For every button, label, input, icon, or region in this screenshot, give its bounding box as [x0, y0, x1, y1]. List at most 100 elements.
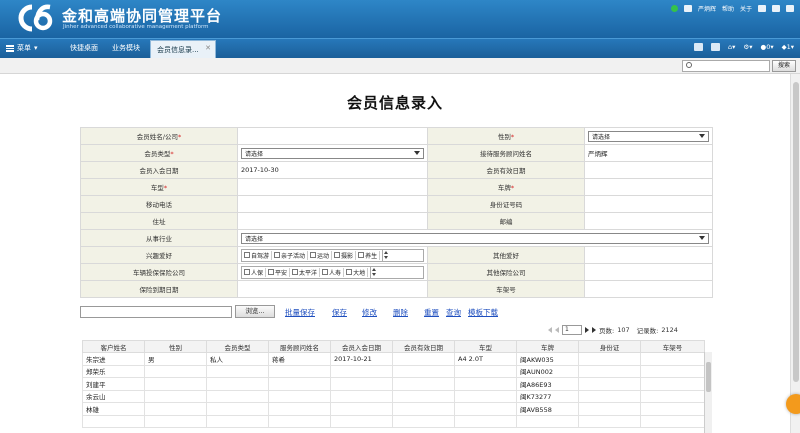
member-type-select[interactable]: 请选择: [241, 147, 424, 159]
table-cell: [206, 389, 269, 403]
close-icon[interactable]: ✕: [205, 44, 211, 52]
table-row[interactable]: 余云山 闽K73277: [82, 389, 705, 403]
insurance-expiry-field[interactable]: [237, 280, 428, 298]
address-field[interactable]: [237, 212, 428, 230]
table-cell: [454, 389, 517, 403]
template-download-link[interactable]: 模板下载: [468, 307, 498, 318]
first-page-icon[interactable]: [548, 327, 552, 333]
column-header[interactable]: 性别: [144, 340, 207, 353]
notice-icon[interactable]: ◆1▾: [782, 43, 794, 51]
table-row[interactable]: 郑荣乐 闽AUN002: [82, 364, 705, 378]
insurer-option[interactable]: 人寿: [322, 267, 345, 277]
email-field[interactable]: [584, 212, 713, 230]
search-input[interactable]: [682, 60, 770, 72]
id-no-field[interactable]: [584, 195, 713, 213]
member-table: 客户姓名 性别 会员类型 服务顾问姓名 会员入会日期 会员有效日期 车型 车牌 …: [82, 340, 705, 428]
table-cell: 刘建平: [82, 377, 145, 391]
table-cell: [578, 352, 641, 366]
insurer-checkbox-group: 人保 平安 太平洋 人寿 大地: [241, 265, 424, 279]
scroll-spinner[interactable]: [370, 266, 377, 278]
plate-label: 车牌*: [427, 178, 585, 196]
column-header[interactable]: 服务顾问姓名: [268, 340, 331, 353]
id-no-label: 身份证号码: [427, 195, 585, 213]
query-link[interactable]: 查询: [446, 307, 461, 318]
grid-icon[interactable]: [694, 43, 704, 51]
consultant-field[interactable]: 严炳辉: [584, 144, 713, 162]
power-icon[interactable]: [786, 4, 794, 12]
hobby-option[interactable]: 摄影: [334, 250, 357, 260]
table-header-row: 客户姓名 性别 会员类型 服务顾问姓名 会员入会日期 会员有效日期 车型 车牌 …: [82, 340, 705, 353]
prev-page-icon[interactable]: [555, 327, 559, 333]
edit-link[interactable]: 修改: [362, 307, 377, 318]
batch-save-link[interactable]: 批量保存: [285, 307, 315, 318]
mobile-field[interactable]: [237, 195, 428, 213]
valid-date-field[interactable]: [584, 161, 713, 179]
user-name[interactable]: 严炳辉: [698, 4, 716, 13]
theme-icon[interactable]: [772, 4, 780, 12]
insurer-option[interactable]: 人保: [244, 267, 267, 277]
table-row[interactable]: [82, 414, 705, 428]
table-scrollbar[interactable]: [704, 352, 712, 433]
table-cell: [392, 364, 455, 378]
monitor-icon[interactable]: [711, 43, 721, 51]
message-icon[interactable]: ●0▾: [761, 43, 774, 51]
table-cell: [206, 414, 269, 428]
brand-name-en: Jinher advanced collaborative management…: [63, 24, 209, 30]
shirt-icon[interactable]: [758, 4, 766, 12]
table-row[interactable]: 林雄 闽AVB558: [82, 402, 705, 416]
insurer-option[interactable]: 平安: [268, 267, 291, 277]
hobby-option[interactable]: 运动: [310, 250, 333, 260]
column-header[interactable]: 车牌: [516, 340, 579, 353]
column-header[interactable]: 车架号: [640, 340, 705, 353]
reset-link[interactable]: 重置: [424, 307, 439, 318]
home-icon[interactable]: ⌂▾: [728, 43, 735, 51]
hobby-option[interactable]: 亲子活动: [274, 250, 309, 260]
gender-select[interactable]: 请选择: [588, 130, 709, 142]
browse-button[interactable]: 浏览...: [235, 305, 275, 318]
plate-field[interactable]: [584, 178, 713, 196]
next-page-icon[interactable]: [585, 327, 589, 333]
column-header[interactable]: 会员类型: [206, 340, 269, 353]
column-header[interactable]: 车型: [454, 340, 517, 353]
menu-icon: [6, 44, 14, 52]
other-insurer-field[interactable]: [584, 263, 713, 281]
last-page-icon[interactable]: [592, 327, 596, 333]
other-hobby-field[interactable]: [584, 246, 713, 264]
save-link[interactable]: 保存: [332, 307, 347, 318]
table-row[interactable]: 朱宗进男私人 蒋希 2017-10-21 A4 2.0T 闽AKW035: [82, 352, 705, 366]
page-number-input[interactable]: 1: [562, 325, 582, 335]
menu-button[interactable]: 菜单 ▾: [6, 43, 38, 53]
table-cell: [454, 414, 517, 428]
tab-shortcut-desktop[interactable]: 快捷桌面: [70, 43, 98, 53]
tab-business-module[interactable]: 业务模块: [112, 43, 140, 53]
car-model-field[interactable]: [237, 178, 428, 196]
about-link[interactable]: 关于: [740, 4, 752, 13]
delete-link[interactable]: 删除: [393, 307, 408, 318]
help-link[interactable]: 帮助: [722, 4, 734, 13]
column-header[interactable]: 会员入会日期: [330, 340, 393, 353]
join-date-field[interactable]: 2017-10-30: [237, 161, 428, 179]
floating-help-button[interactable]: [786, 394, 800, 414]
insurer-option[interactable]: 太平洋: [292, 267, 321, 277]
vin-field[interactable]: [584, 280, 713, 298]
other-hobby-label: 其他爱好: [427, 246, 585, 264]
page-scrollbar[interactable]: [790, 74, 800, 433]
scrollbar-thumb[interactable]: [793, 82, 799, 382]
tab-member-entry[interactable]: 会员信息录... ✕: [150, 40, 216, 59]
file-path-input[interactable]: [80, 306, 232, 318]
hobby-option[interactable]: 自驾游: [244, 250, 273, 260]
scrollbar-thumb[interactable]: [706, 362, 711, 392]
insurer-option[interactable]: 大地: [346, 267, 369, 277]
gear-icon[interactable]: ⚙▾: [743, 43, 752, 51]
member-name-field[interactable]: [237, 127, 428, 145]
table-cell: [640, 364, 705, 378]
column-header[interactable]: 身份证: [578, 340, 641, 353]
industry-select[interactable]: 请选择: [241, 232, 709, 244]
hobby-option[interactable]: 养生: [358, 250, 381, 260]
scroll-spinner[interactable]: [382, 249, 389, 261]
table-cell: [268, 414, 331, 428]
column-header[interactable]: 客户姓名: [82, 340, 145, 353]
search-button[interactable]: 搜索: [772, 60, 796, 72]
table-row[interactable]: 刘建平 闽A86E93: [82, 377, 705, 391]
column-header[interactable]: 会员有效日期: [392, 340, 455, 353]
